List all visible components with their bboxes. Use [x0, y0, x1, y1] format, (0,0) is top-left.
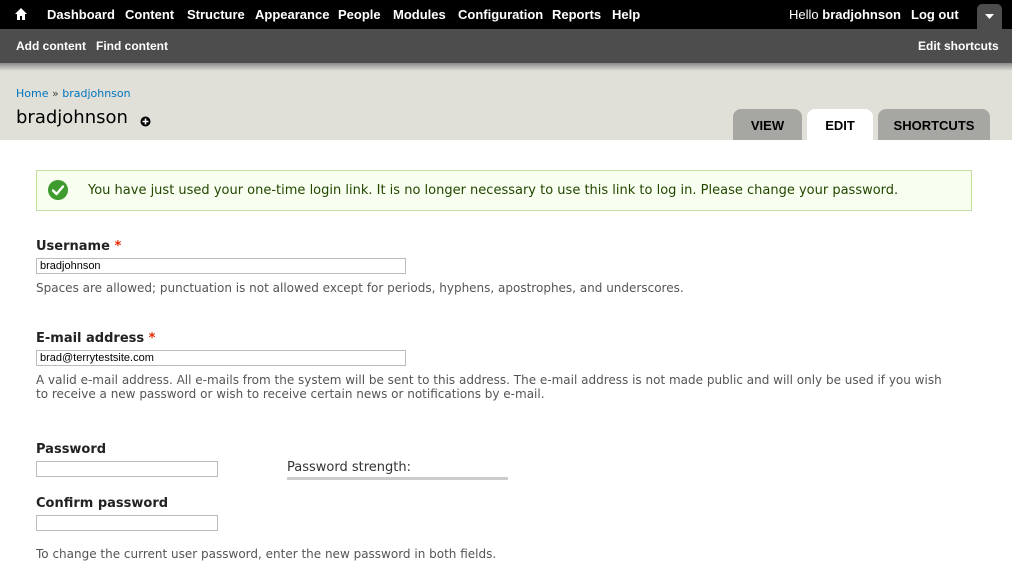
password-strength-label: Password strength:	[287, 460, 411, 475]
email-description: A valid e-mail address. All e-mails from…	[36, 373, 942, 401]
toolbar-item-appearance[interactable]: Appearance	[255, 7, 329, 22]
page-header: Home » bradjohnson bradjohnson VIEW EDIT…	[0, 71, 1012, 140]
toolbar-item-help[interactable]: Help	[612, 7, 640, 22]
toolbar-item-people[interactable]: People	[338, 7, 381, 22]
confirm-password-input[interactable]	[36, 515, 218, 531]
edit-shortcuts-link[interactable]: Edit shortcuts	[918, 39, 999, 53]
password-label: Password	[36, 442, 107, 457]
required-marker: *	[148, 331, 156, 346]
toolbar-item-configuration[interactable]: Configuration	[458, 7, 543, 22]
toolbar-shadow	[0, 63, 1012, 71]
email-input[interactable]: brad@terrytestsite.com	[36, 350, 406, 366]
plus-circle-icon[interactable]	[140, 116, 151, 127]
username-description: Spaces are allowed; punctuation is not a…	[36, 281, 684, 295]
tab-shortcuts[interactable]: SHORTCUTS	[878, 109, 990, 140]
confirm-password-label: Confirm password	[36, 496, 169, 511]
required-marker: *	[114, 239, 122, 254]
tab-view[interactable]: VIEW	[733, 109, 802, 140]
home-icon[interactable]	[14, 7, 28, 21]
logout-link[interactable]: Log out	[911, 7, 959, 22]
greeting-prefix: Hello	[789, 7, 819, 22]
toolbar-item-dashboard[interactable]: Dashboard	[47, 7, 115, 22]
toolbar-item-modules[interactable]: Modules	[393, 7, 446, 22]
toolbar-item-structure[interactable]: Structure	[187, 7, 245, 22]
username-label: Username *	[36, 239, 121, 254]
email-label-text: E-mail address	[36, 331, 145, 346]
shortcuts-bar: Add content Find content Edit shortcuts	[0, 29, 1012, 63]
toolbar-item-reports[interactable]: Reports	[552, 7, 601, 22]
password-input[interactable]	[36, 461, 218, 477]
check-circle-icon	[48, 180, 68, 200]
password-help-text: To change the current user password, ent…	[36, 547, 497, 561]
shortcuts-drawer-toggle[interactable]	[977, 4, 1002, 29]
toolbar-item-content[interactable]: Content	[125, 7, 174, 22]
breadcrumb-separator: »	[51, 87, 59, 100]
shortcut-find-content[interactable]: Find content	[96, 39, 168, 53]
email-label: E-mail address *	[36, 331, 155, 346]
status-message-text: You have just used your one-time login l…	[88, 183, 899, 198]
page-title: bradjohnson	[16, 107, 128, 128]
admin-toolbar: Dashboard Content Structure Appearance P…	[0, 0, 1012, 29]
breadcrumb: Home » bradjohnson	[16, 87, 131, 100]
shortcut-add-content[interactable]: Add content	[16, 39, 86, 53]
tab-edit[interactable]: EDIT	[807, 109, 873, 140]
status-message: You have just used your one-time login l…	[36, 170, 972, 211]
user-greeting: Hello bradjohnson	[789, 7, 901, 22]
breadcrumb-current[interactable]: bradjohnson	[62, 87, 130, 100]
username-input[interactable]: bradjohnson	[36, 258, 406, 274]
breadcrumb-home[interactable]: Home	[16, 87, 48, 100]
greeting-username[interactable]: bradjohnson	[822, 7, 901, 22]
username-label-text: Username	[36, 239, 110, 254]
password-strength-bar	[287, 477, 508, 480]
chevron-down-icon	[985, 14, 994, 19]
